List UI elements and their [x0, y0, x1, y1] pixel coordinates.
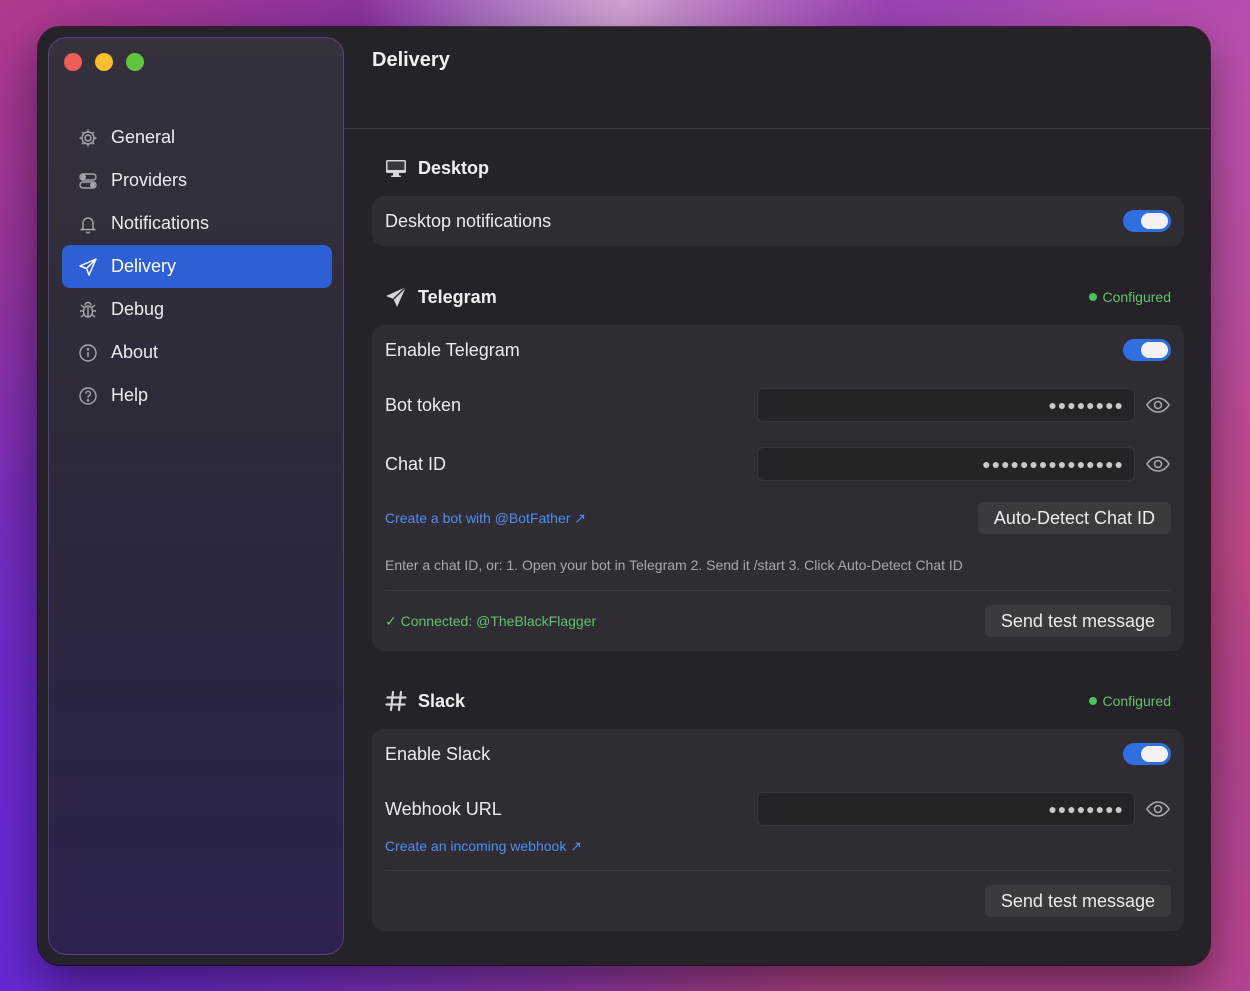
sidebar-item-label: General	[111, 127, 176, 147]
main-header: Delivery	[344, 27, 1210, 129]
telegram-hint: Enter a chat ID, or: 1. Open your bot in…	[385, 557, 963, 573]
main-pane: Delivery Desktop Desktop notifications T…	[344, 27, 1210, 965]
desktop-notifications-toggle[interactable]	[1123, 210, 1171, 232]
section-title: Slack	[418, 690, 466, 711]
eye-icon[interactable]	[1145, 392, 1171, 418]
desktop-notifications-row: Desktop notifications	[385, 196, 1171, 246]
paper-plane-icon	[385, 286, 407, 308]
auto-detect-chat-id-button[interactable]: Auto-Detect Chat ID	[977, 502, 1171, 534]
sidebar: General Providers Notifications Delivery	[48, 37, 344, 955]
sidebar-item-notifications[interactable]: Notifications	[62, 202, 332, 245]
bot-token-field[interactable]: ●●●●●●●●	[757, 388, 1135, 422]
bell-icon	[78, 214, 98, 234]
sidebar-item-label: Help	[111, 385, 149, 405]
bot-token-row: Bot token ●●●●●●●●	[385, 387, 1171, 423]
sidebar-item-label: Notifications	[111, 213, 210, 233]
info-icon	[78, 343, 98, 363]
telegram-status-badge: Configured	[1088, 289, 1172, 305]
create-webhook-link[interactable]: Create an incoming webhook ↗	[385, 838, 582, 855]
eye-icon[interactable]	[1145, 796, 1171, 822]
section-title: Telegram	[418, 286, 497, 307]
paper-plane-icon	[78, 257, 98, 277]
divider	[385, 870, 1171, 871]
slack-test-row: Send test message	[385, 885, 1171, 917]
enable-slack-label: Enable Slack	[385, 743, 491, 764]
divider	[385, 590, 1171, 591]
hashtag-icon	[385, 690, 407, 712]
section-slack-header: Slack Configured	[372, 673, 1184, 729]
slack-status-badge: Configured	[1088, 693, 1172, 709]
telegram-hint-row: Enter a chat ID, or: 1. Open your bot in…	[385, 555, 1171, 575]
desktop-card: Desktop notifications	[372, 196, 1184, 246]
section-title: Desktop	[418, 157, 490, 178]
sidebar-item-label: About	[111, 342, 159, 362]
telegram-card: Enable Telegram Bot token ●●●●●●●● Chat …	[372, 325, 1184, 651]
sidebar-nav: General Providers Notifications Delivery	[62, 116, 332, 417]
webhook-url-row: Webhook URL ●●●●●●●●	[385, 791, 1171, 827]
settings-window: General Providers Notifications Delivery	[38, 27, 1210, 965]
sidebar-item-label: Providers	[111, 170, 188, 190]
chat-id-field[interactable]: ●●●●●●●●●●●●●●●	[757, 447, 1135, 481]
create-bot-link[interactable]: Create a bot with @BotFather ↗	[385, 510, 586, 527]
minimize-window-button[interactable]	[95, 53, 113, 71]
enable-slack-toggle[interactable]	[1123, 743, 1171, 765]
create-webhook-row: Create an incoming webhook ↗	[385, 836, 1171, 856]
close-window-button[interactable]	[64, 53, 82, 71]
toggles-icon	[78, 171, 98, 191]
chat-id-row: Chat ID ●●●●●●●●●●●●●●●	[385, 446, 1171, 482]
sidebar-item-about[interactable]: About	[62, 331, 332, 374]
sidebar-item-label: Delivery	[111, 256, 177, 276]
telegram-connected-row: ✓ Connected: @TheBlackFlagger Send test …	[385, 605, 1171, 637]
bug-icon	[78, 300, 98, 320]
enable-telegram-row: Enable Telegram	[385, 325, 1171, 375]
status-text: Configured	[1102, 289, 1172, 305]
send-test-message-button[interactable]: Send test message	[984, 605, 1171, 637]
eye-icon[interactable]	[1145, 451, 1171, 477]
webhook-url-field[interactable]: ●●●●●●●●	[757, 792, 1135, 826]
status-dot	[1088, 293, 1097, 301]
zoom-window-button[interactable]	[126, 53, 144, 71]
enable-telegram-toggle[interactable]	[1123, 339, 1171, 361]
section-desktop-header: Desktop	[372, 140, 1184, 196]
monitor-icon	[385, 157, 407, 179]
slack-card: Enable Slack Webhook URL ●●●●●●●● Create…	[372, 729, 1184, 931]
send-test-message-button[interactable]: Send test message	[984, 885, 1171, 917]
sidebar-item-general[interactable]: General	[62, 116, 332, 159]
sidebar-item-delivery[interactable]: Delivery	[62, 245, 332, 288]
bot-token-label: Bot token	[385, 394, 462, 415]
sidebar-item-label: Debug	[111, 299, 165, 319]
section-telegram-header: Telegram Configured	[372, 269, 1184, 325]
enable-slack-row: Enable Slack	[385, 729, 1171, 779]
sidebar-item-help[interactable]: Help	[62, 374, 332, 417]
sidebar-item-debug[interactable]: Debug	[62, 288, 332, 331]
create-bot-row: Create a bot with @BotFather ↗ Auto-Dete…	[385, 502, 1171, 534]
page-title: Delivery	[372, 49, 450, 71]
chat-id-label: Chat ID	[385, 453, 447, 474]
sidebar-item-providers[interactable]: Providers	[62, 159, 332, 202]
status-text: Configured	[1102, 693, 1172, 709]
desktop-notifications-label: Desktop notifications	[385, 210, 552, 231]
status-dot	[1088, 697, 1097, 705]
settings-content[interactable]: Desktop Desktop notifications Telegram C…	[372, 129, 1184, 931]
enable-telegram-label: Enable Telegram	[385, 339, 520, 360]
webhook-url-label: Webhook URL	[385, 798, 502, 819]
connected-status: ✓ Connected: @TheBlackFlagger	[385, 612, 597, 629]
question-icon	[78, 386, 98, 406]
gear-icon	[78, 128, 98, 148]
